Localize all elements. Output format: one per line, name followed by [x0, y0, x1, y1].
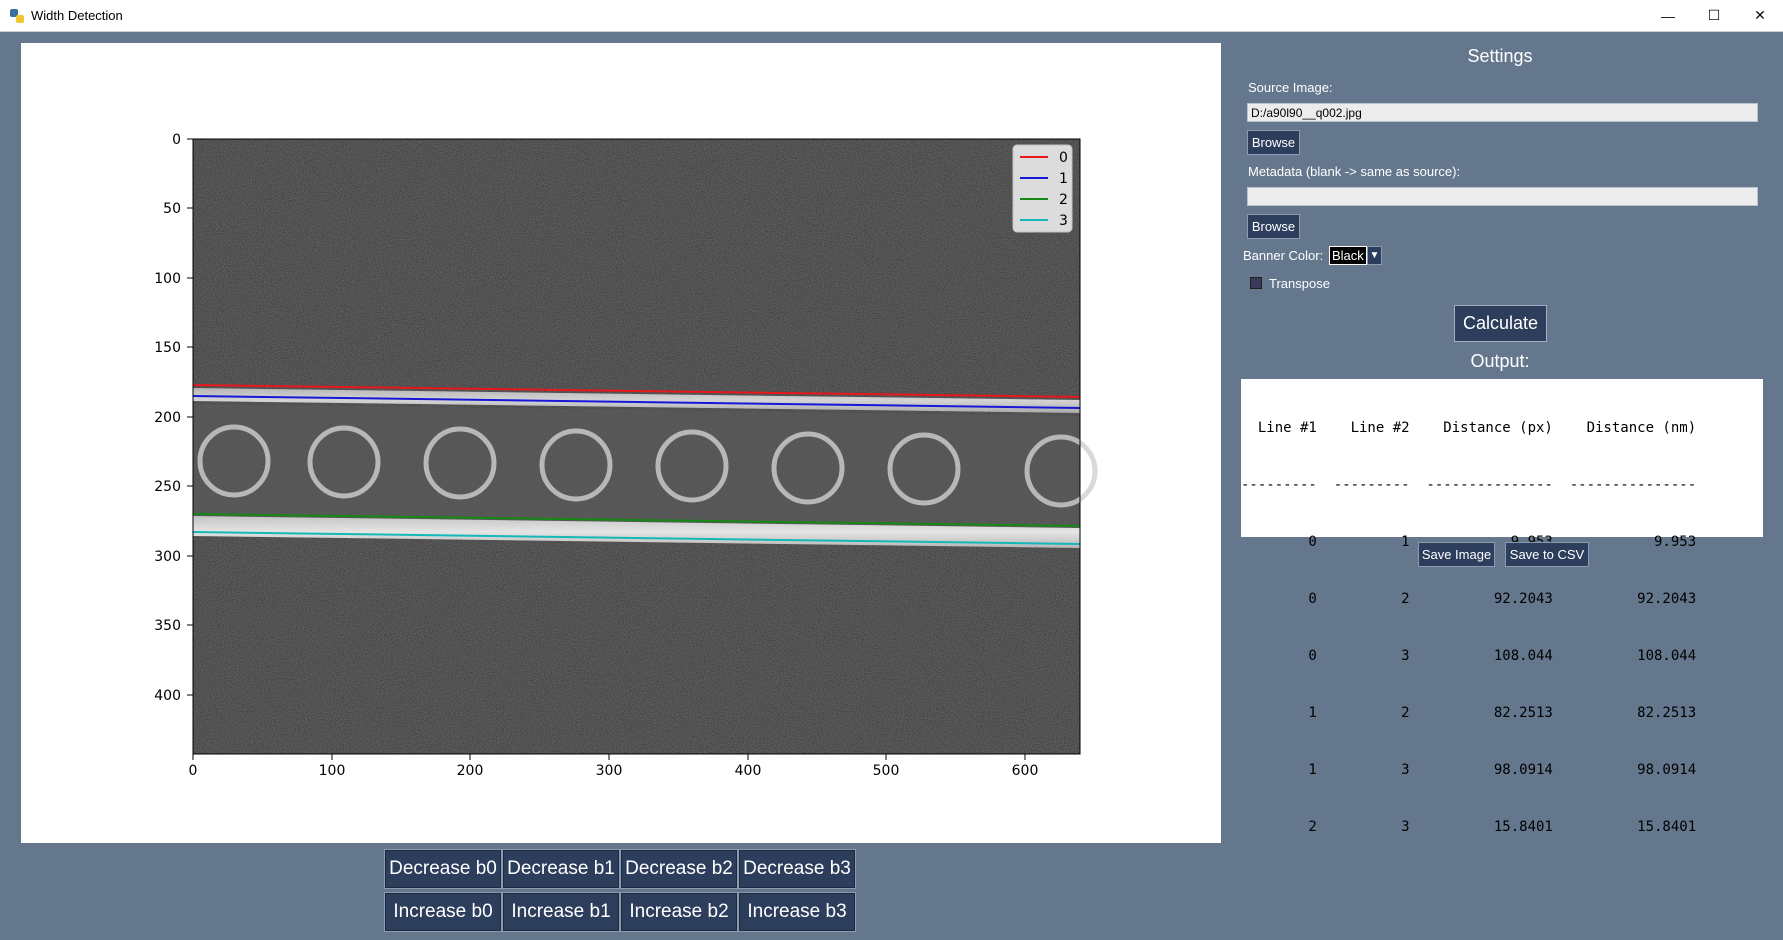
- svg-text:0: 0: [189, 763, 198, 779]
- svg-text:100: 100: [319, 763, 346, 779]
- metadata-field[interactable]: [1247, 187, 1758, 206]
- decrease-button-row: Decrease b0 Decrease b1 Decrease b2 Decr…: [384, 849, 859, 889]
- increase-button-row: Increase b0 Increase b1 Increase b2 Incr…: [384, 892, 859, 932]
- svg-text:400: 400: [735, 763, 762, 779]
- svg-text:400: 400: [154, 688, 181, 704]
- banner-color-value: Black: [1329, 246, 1367, 265]
- svg-text:300: 300: [596, 763, 623, 779]
- transpose-checkbox[interactable]: [1250, 277, 1262, 289]
- minimize-button[interactable]: —: [1645, 0, 1691, 31]
- minimize-icon: —: [1661, 7, 1675, 24]
- transpose-label: Transpose: [1269, 276, 1330, 291]
- y-tick: 100: [154, 271, 193, 287]
- svg-text:0: 0: [1059, 150, 1068, 166]
- title-bar: Width Detection — ☐ ✕: [0, 0, 1783, 32]
- source-image-label: Source Image:: [1248, 80, 1333, 95]
- decrease-b0-button[interactable]: Decrease b0: [384, 849, 502, 889]
- save-csv-button[interactable]: Save to CSV: [1505, 542, 1589, 567]
- calculate-button[interactable]: Calculate: [1454, 305, 1547, 342]
- svg-text:150: 150: [154, 340, 181, 356]
- x-tick: 200: [457, 754, 484, 779]
- svg-text:0: 0: [172, 132, 181, 148]
- dropdown-arrow-icon: ▼: [1367, 246, 1382, 265]
- x-tick: 500: [873, 754, 900, 779]
- decrease-b3-button[interactable]: Decrease b3: [738, 849, 856, 889]
- settings-title: Settings: [1467, 46, 1533, 66]
- settings-panel: Settings Source Image: D:/a90l90__q002.j…: [1240, 36, 1783, 940]
- output-separator: --------- --------- --------------- ----…: [1241, 477, 1697, 493]
- svg-text:500: 500: [873, 763, 900, 779]
- svg-text:3: 3: [1059, 213, 1068, 229]
- y-tick: 200: [154, 410, 193, 426]
- increase-b1-button[interactable]: Increase b1: [502, 892, 620, 932]
- output-row: 0 1 9.953 9.953: [1308, 534, 1697, 550]
- metadata-browse-button[interactable]: Browse: [1247, 214, 1300, 239]
- svg-text:200: 200: [154, 410, 181, 426]
- decrease-b1-button[interactable]: Decrease b1: [502, 849, 620, 889]
- output-row: 1 3 98.0914 98.0914: [1241, 762, 1697, 778]
- python-app-icon: [10, 9, 24, 23]
- window-title: Width Detection: [31, 8, 123, 23]
- y-tick: 150: [154, 340, 193, 356]
- x-tick: 0: [189, 754, 198, 779]
- svg-text:300: 300: [154, 549, 181, 565]
- banner-color-label: Banner Color:: [1243, 248, 1324, 263]
- x-tick: 600: [1012, 754, 1039, 779]
- x-tick: 100: [319, 754, 346, 779]
- svg-text:350: 350: [154, 618, 181, 634]
- banner-color-select[interactable]: Black ▼: [1329, 246, 1386, 265]
- y-tick: 250: [154, 479, 193, 495]
- plot-panel: 0 50 100 150 200 250 300 350 400 0 100 2…: [21, 43, 1221, 843]
- output-table: Line #1 Line #2 Distance (px) Distance (…: [1241, 379, 1763, 835]
- svg-text:200: 200: [457, 763, 484, 779]
- save-image-button[interactable]: Save Image: [1418, 542, 1495, 567]
- decrease-b2-button[interactable]: Decrease b2: [620, 849, 738, 889]
- svg-text:100: 100: [154, 271, 181, 287]
- close-button[interactable]: ✕: [1737, 0, 1783, 31]
- svg-text:2: 2: [1059, 192, 1068, 208]
- x-tick: 400: [735, 754, 762, 779]
- increase-b0-button[interactable]: Increase b0: [384, 892, 502, 932]
- sem-image: [192, 138, 1098, 755]
- y-tick: 350: [154, 618, 193, 634]
- y-tick: 300: [154, 549, 193, 565]
- maximize-button[interactable]: ☐: [1691, 0, 1737, 31]
- x-axis: 0 100 200 300 400 500 600: [189, 754, 1039, 779]
- y-tick: 0: [172, 132, 193, 148]
- output-row: 1 2 82.2513 82.2513: [1241, 705, 1697, 721]
- svg-text:250: 250: [154, 479, 181, 495]
- x-tick: 300: [596, 754, 623, 779]
- legend: 0 1 2 3: [1012, 144, 1073, 233]
- y-axis: 0 50 100 150 200 250 300 350 400: [154, 132, 193, 704]
- maximize-icon: ☐: [1707, 7, 1721, 23]
- output-title: Output:: [1470, 351, 1530, 371]
- output-header: Line #1 Line #2 Distance (px) Distance (…: [1241, 420, 1697, 436]
- metadata-label: Metadata (blank -> same as source):: [1248, 164, 1461, 179]
- increase-b3-button[interactable]: Increase b3: [738, 892, 856, 932]
- svg-text:50: 50: [163, 201, 181, 217]
- image-plot[interactable]: 0 50 100 150 200 250 300 350 400 0 100 2…: [21, 43, 1221, 843]
- y-tick: 400: [154, 688, 193, 704]
- y-tick: 50: [163, 201, 193, 217]
- close-icon: ✕: [1754, 7, 1766, 23]
- svg-text:600: 600: [1012, 763, 1039, 779]
- output-row: 0 3 108.044 108.044: [1241, 648, 1697, 664]
- source-browse-button[interactable]: Browse: [1247, 130, 1300, 155]
- output-row: 0 2 92.2043 92.2043: [1241, 591, 1697, 607]
- output-row: 2 3 15.8401 15.8401: [1241, 819, 1697, 835]
- svg-text:1: 1: [1059, 171, 1068, 187]
- source-image-field[interactable]: D:/a90l90__q002.jpg: [1247, 103, 1758, 122]
- increase-b2-button[interactable]: Increase b2: [620, 892, 738, 932]
